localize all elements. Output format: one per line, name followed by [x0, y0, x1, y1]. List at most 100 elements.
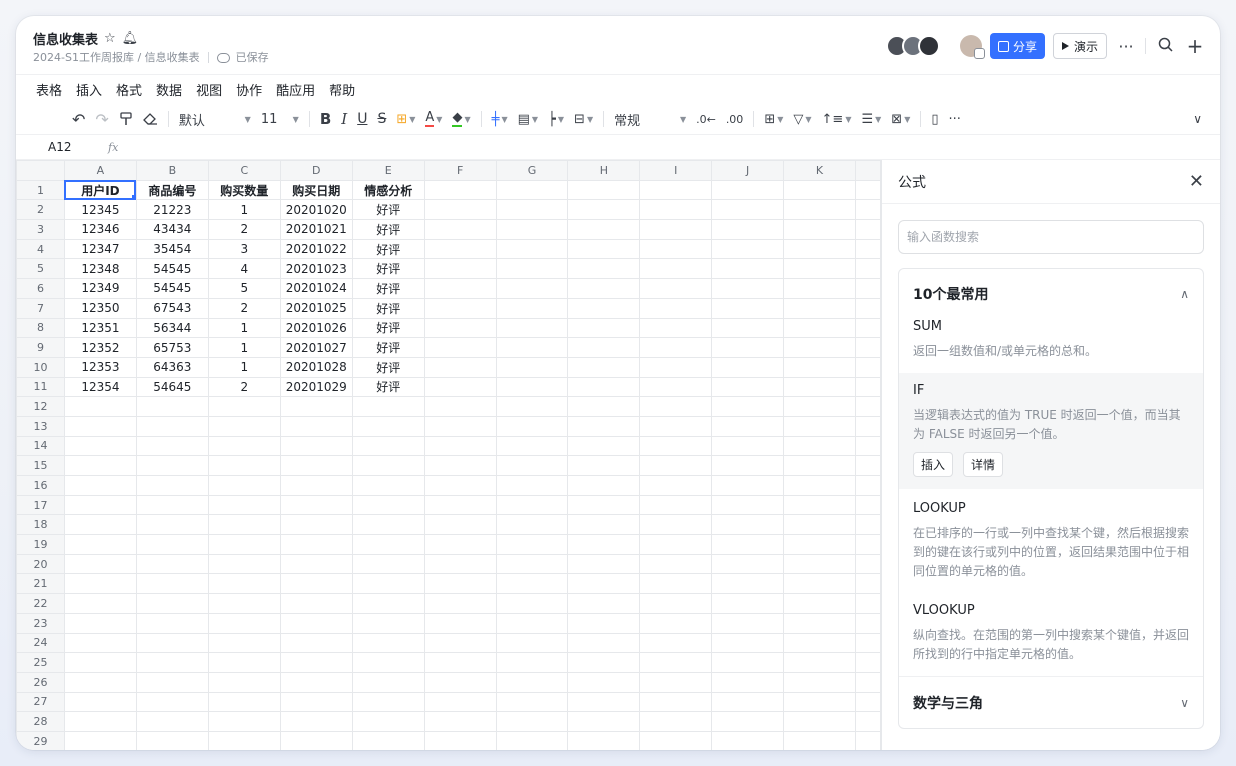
- cell[interactable]: [854, 435, 881, 457]
- cell[interactable]: [495, 297, 569, 319]
- cell[interactable]: [495, 219, 569, 240]
- cell[interactable]: [567, 612, 641, 634]
- cell[interactable]: [279, 573, 353, 595]
- cell[interactable]: [423, 730, 497, 750]
- search-icon[interactable]: [1154, 37, 1176, 56]
- cell[interactable]: [639, 258, 713, 280]
- cell[interactable]: [711, 396, 785, 417]
- eraser-icon[interactable]: [141, 108, 160, 130]
- function-search-box[interactable]: [898, 220, 1204, 254]
- cell[interactable]: [711, 199, 785, 221]
- row-header[interactable]: 27: [16, 691, 65, 713]
- cell[interactable]: [279, 593, 353, 614]
- cell[interactable]: [711, 337, 785, 358]
- cell[interactable]: [639, 199, 713, 221]
- cell[interactable]: [135, 475, 209, 496]
- cell[interactable]: [495, 612, 569, 634]
- cell[interactable]: [207, 730, 281, 750]
- cell[interactable]: [63, 455, 137, 476]
- cell[interactable]: [711, 534, 785, 555]
- cell[interactable]: [423, 396, 497, 417]
- cell[interactable]: [279, 435, 353, 457]
- share-button[interactable]: 分享: [989, 33, 1045, 59]
- cell[interactable]: 20201021: [279, 219, 353, 240]
- cell[interactable]: [351, 455, 425, 476]
- cell[interactable]: [783, 573, 856, 595]
- row-header[interactable]: 4: [16, 238, 65, 260]
- cell[interactable]: [854, 317, 881, 339]
- cell[interactable]: [495, 671, 569, 693]
- cell[interactable]: [495, 534, 569, 555]
- more-tools-icon[interactable]: ···: [947, 108, 963, 130]
- number-format-select[interactable]: 常规 ▼: [612, 108, 688, 130]
- row-header[interactable]: 13: [16, 415, 65, 437]
- cell[interactable]: 1: [207, 317, 281, 339]
- cell[interactable]: [423, 258, 497, 280]
- cell[interactable]: [207, 494, 281, 516]
- cell[interactable]: [207, 475, 281, 496]
- cell[interactable]: [63, 553, 137, 575]
- row-header[interactable]: 18: [16, 514, 65, 536]
- cell[interactable]: [423, 455, 497, 476]
- cell[interactable]: [711, 691, 785, 713]
- cell[interactable]: [711, 573, 785, 595]
- bell-icon[interactable]: 🔔︎: [122, 31, 139, 46]
- cell[interactable]: [495, 711, 569, 732]
- function-search-input[interactable]: [907, 230, 1203, 244]
- column-header[interactable]: K: [783, 160, 856, 181]
- cell[interactable]: [63, 711, 137, 732]
- cell[interactable]: [351, 553, 425, 575]
- cell[interactable]: 20201023: [279, 258, 353, 280]
- cell[interactable]: [207, 593, 281, 614]
- cell[interactable]: [854, 337, 881, 358]
- row-header[interactable]: 9: [16, 337, 65, 358]
- font-size-select[interactable]: 11 ▼: [259, 108, 301, 130]
- cell[interactable]: 好评: [351, 278, 425, 299]
- cell[interactable]: [711, 297, 785, 319]
- cell[interactable]: [854, 730, 881, 750]
- cell[interactable]: [567, 593, 641, 614]
- cell[interactable]: [495, 396, 569, 417]
- cell[interactable]: [207, 553, 281, 575]
- cell[interactable]: [567, 179, 641, 201]
- sort-button[interactable]: ↑≡ ▼: [820, 108, 854, 130]
- row-header[interactable]: 16: [16, 475, 65, 496]
- column-header[interactable]: D: [279, 160, 353, 181]
- cell[interactable]: [639, 278, 713, 299]
- cell[interactable]: 21223: [135, 199, 209, 221]
- cell[interactable]: [783, 376, 856, 398]
- cell[interactable]: 购买日期: [279, 179, 353, 201]
- cell[interactable]: [207, 534, 281, 555]
- cell[interactable]: [423, 514, 497, 536]
- cell[interactable]: [639, 435, 713, 457]
- cell[interactable]: [495, 258, 569, 280]
- cell[interactable]: [207, 652, 281, 673]
- cell[interactable]: [854, 612, 881, 634]
- close-icon[interactable]: ✕: [1189, 171, 1204, 192]
- vertical-align-button[interactable]: ▤ ▼: [516, 108, 540, 130]
- cell[interactable]: [854, 514, 881, 536]
- freeze-icon[interactable]: ▯: [929, 108, 940, 130]
- cell[interactable]: [495, 278, 569, 299]
- row-header[interactable]: 14: [16, 435, 65, 457]
- cell[interactable]: [711, 278, 785, 299]
- cell[interactable]: [639, 514, 713, 536]
- cell[interactable]: [495, 691, 569, 713]
- row-header[interactable]: 8: [16, 317, 65, 339]
- cell[interactable]: [423, 297, 497, 319]
- cell[interactable]: [711, 455, 785, 476]
- cell[interactable]: [639, 396, 713, 417]
- cell[interactable]: [711, 711, 785, 732]
- cell[interactable]: [567, 730, 641, 750]
- cell[interactable]: [63, 435, 137, 457]
- row-header[interactable]: 17: [16, 494, 65, 516]
- cell[interactable]: [207, 632, 281, 654]
- cell[interactable]: [783, 258, 856, 280]
- cell[interactable]: [711, 258, 785, 280]
- cell[interactable]: [854, 415, 881, 437]
- cell[interactable]: [351, 573, 425, 595]
- menu-apps[interactable]: 酷应用: [276, 80, 315, 99]
- cell[interactable]: [711, 219, 785, 240]
- cell[interactable]: [567, 337, 641, 358]
- cell[interactable]: 35454: [135, 238, 209, 260]
